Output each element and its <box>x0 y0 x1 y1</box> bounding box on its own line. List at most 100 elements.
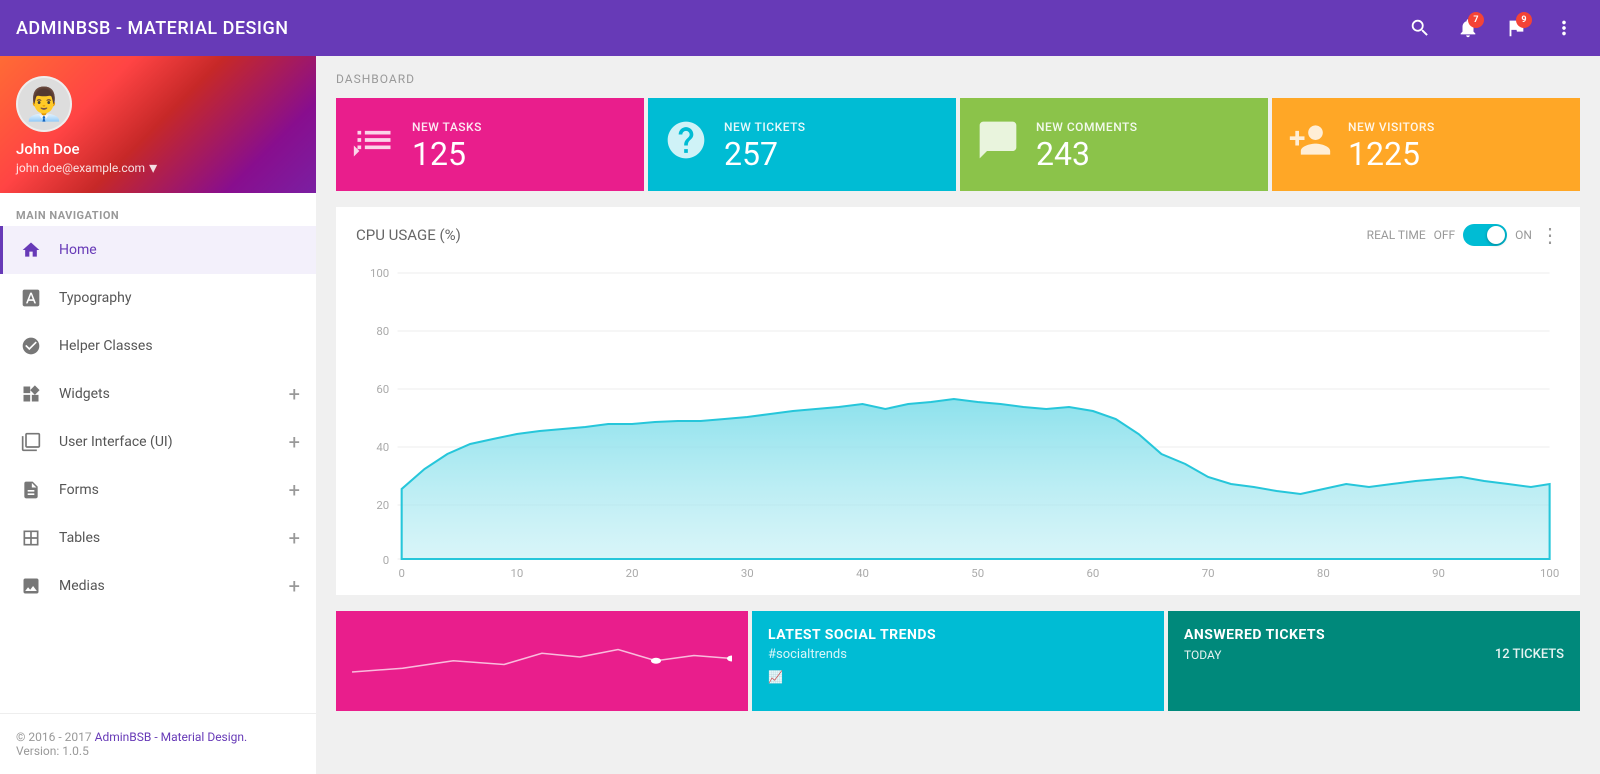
svg-text:0: 0 <box>398 567 404 579</box>
tickets-label: NEW TICKETS <box>724 120 940 134</box>
visitors-info: NEW VISITORS 1225 <box>1348 120 1564 170</box>
helper-classes-icon <box>19 334 43 358</box>
forms-expand-icon[interactable]: + <box>289 478 300 502</box>
layout: 👨‍💼 John Doe john.doe@example.com ▾ MAIN… <box>0 56 1600 774</box>
breadcrumb: DASHBOARD <box>336 72 1580 86</box>
ui-icon <box>19 430 43 454</box>
svg-text:10: 10 <box>510 567 523 579</box>
medias-icon <box>19 574 43 598</box>
social-trends-footer: 📈 <box>768 670 1148 684</box>
tasks-info: NEW TASKS 125 <box>412 120 628 170</box>
bottom-card-answered-tickets: ANSWERED TICKETS TODAY 12 TICKETS <box>1168 611 1580 711</box>
bottom-card-social-trends: LATEST SOCIAL TRENDS #socialtrends 📈 <box>752 611 1164 711</box>
forms-icon <box>19 478 43 502</box>
footer-version: Version: 1.0.5 <box>16 744 89 758</box>
answered-tickets-count: 12 TICKETS <box>1495 647 1564 662</box>
visitors-icon <box>1288 118 1332 171</box>
svg-text:40: 40 <box>856 567 869 579</box>
tables-icon <box>19 526 43 550</box>
tasks-label: NEW TASKS <box>412 120 628 134</box>
svg-text:20: 20 <box>626 567 639 579</box>
chart-controls: REAL TIME OFF ON ⋮ <box>1367 223 1560 247</box>
realtime-toggle[interactable] <box>1463 224 1507 246</box>
sidebar-item-home[interactable]: Home <box>0 226 316 274</box>
chevron-down-icon[interactable]: ▾ <box>149 158 157 177</box>
visitors-label: NEW VISITORS <box>1348 120 1564 134</box>
comments-info: NEW COMMENTS 243 <box>1036 120 1252 170</box>
sidebar-item-helper-label: Helper Classes <box>59 338 300 354</box>
widgets-icon <box>19 382 43 406</box>
social-trends-subtitle: #socialtrends <box>768 647 1148 662</box>
nav-section-label: MAIN NAVIGATION <box>0 193 316 226</box>
comments-value: 243 <box>1036 138 1252 170</box>
sidebar-user-area: 👨‍💼 John Doe john.doe@example.com ▾ <box>0 56 316 193</box>
tasks-value: 125 <box>412 138 628 170</box>
realtime-label: REAL TIME <box>1367 228 1426 242</box>
footer-link[interactable]: AdminBSB - Material Design. <box>95 730 248 744</box>
sidebar-item-forms[interactable]: Forms + <box>0 466 316 514</box>
sidebar-item-widgets[interactable]: Widgets + <box>0 370 316 418</box>
sidebar-item-helper-classes[interactable]: Helper Classes <box>0 322 316 370</box>
widgets-expand-icon[interactable]: + <box>289 382 300 406</box>
tables-expand-icon[interactable]: + <box>289 526 300 550</box>
sidebar-item-widgets-label: Widgets <box>59 386 273 402</box>
tickets-info: NEW TICKETS 257 <box>724 120 940 170</box>
home-icon <box>19 238 43 262</box>
app-title: ADMINBSB - MATERIAL DESIGN <box>16 18 1400 39</box>
medias-expand-icon[interactable]: + <box>289 574 300 598</box>
chart-card: CPU USAGE (%) REAL TIME OFF ON ⋮ 100 80 … <box>336 207 1580 595</box>
tickets-value: 257 <box>724 138 940 170</box>
svg-text:60: 60 <box>376 383 389 396</box>
chart-more-icon[interactable]: ⋮ <box>1540 223 1560 247</box>
notification-badge: 7 <box>1468 12 1484 28</box>
sidebar-item-medias-label: Medias <box>59 578 273 594</box>
answered-tickets-today: TODAY <box>1184 648 1222 662</box>
stat-card-visitors: NEW VISITORS 1225 <box>1272 98 1580 191</box>
sidebar-item-ui[interactable]: User Interface (UI) + <box>0 418 316 466</box>
flag-button[interactable]: 9 <box>1496 8 1536 48</box>
avatar: 👨‍💼 <box>16 76 72 132</box>
sidebar-item-tables[interactable]: Tables + <box>0 514 316 562</box>
svg-text:80: 80 <box>1317 567 1330 579</box>
sidebar-item-typography-label: Typography <box>59 290 300 306</box>
on-label: ON <box>1515 228 1532 242</box>
stat-card-tasks: NEW TASKS 125 <box>336 98 644 191</box>
sidebar-item-medias[interactable]: Medias + <box>0 562 316 610</box>
sidebar-item-typography[interactable]: Typography <box>0 274 316 322</box>
topnav: ADMINBSB - MATERIAL DESIGN 7 9 <box>0 0 1600 56</box>
sidebar-item-tables-label: Tables <box>59 530 273 546</box>
svg-text:20: 20 <box>376 499 389 512</box>
topnav-actions: 7 9 <box>1400 8 1584 48</box>
flag-badge: 9 <box>1516 12 1532 28</box>
svg-text:100: 100 <box>1540 567 1559 579</box>
tickets-icon <box>664 118 708 171</box>
bottom-cards: LATEST SOCIAL TRENDS #socialtrends 📈 ANS… <box>336 611 1580 711</box>
cpu-chart: 100 80 60 40 20 0 0 10 20 <box>356 259 1560 579</box>
sidebar-footer: © 2016 - 2017 AdminBSB - Material Design… <box>0 713 316 774</box>
svg-text:0: 0 <box>383 554 389 567</box>
typography-icon <box>19 286 43 310</box>
search-button[interactable] <box>1400 8 1440 48</box>
notifications-button[interactable]: 7 <box>1448 8 1488 48</box>
sidebar-item-home-label: Home <box>59 242 300 258</box>
stat-cards: NEW TASKS 125 NEW TICKETS 257 <box>336 98 1580 191</box>
chart-title: CPU USAGE (%) <box>356 226 1367 244</box>
svg-text:50: 50 <box>971 567 984 579</box>
email-row: john.doe@example.com ▾ <box>16 158 300 177</box>
user-email: john.doe@example.com <box>16 161 145 175</box>
svg-text:80: 80 <box>376 325 389 338</box>
stat-card-comments: NEW COMMENTS 243 <box>960 98 1268 191</box>
ui-expand-icon[interactable]: + <box>289 430 300 454</box>
visitors-value: 1225 <box>1348 138 1564 170</box>
sidebar-item-forms-label: Forms <box>59 482 273 498</box>
svg-text:70: 70 <box>1202 567 1215 579</box>
comments-label: NEW COMMENTS <box>1036 120 1252 134</box>
chart-header: CPU USAGE (%) REAL TIME OFF ON ⋮ <box>356 223 1560 247</box>
svg-text:30: 30 <box>741 567 754 579</box>
main-content: DASHBOARD NEW TASKS 125 <box>316 56 1600 774</box>
svg-text:100: 100 <box>370 267 389 280</box>
more-menu-button[interactable] <box>1544 8 1584 48</box>
answered-tickets-title: ANSWERED TICKETS <box>1184 627 1564 643</box>
toggle-thumb <box>1487 226 1505 244</box>
sidebar-item-ui-label: User Interface (UI) <box>59 434 273 450</box>
